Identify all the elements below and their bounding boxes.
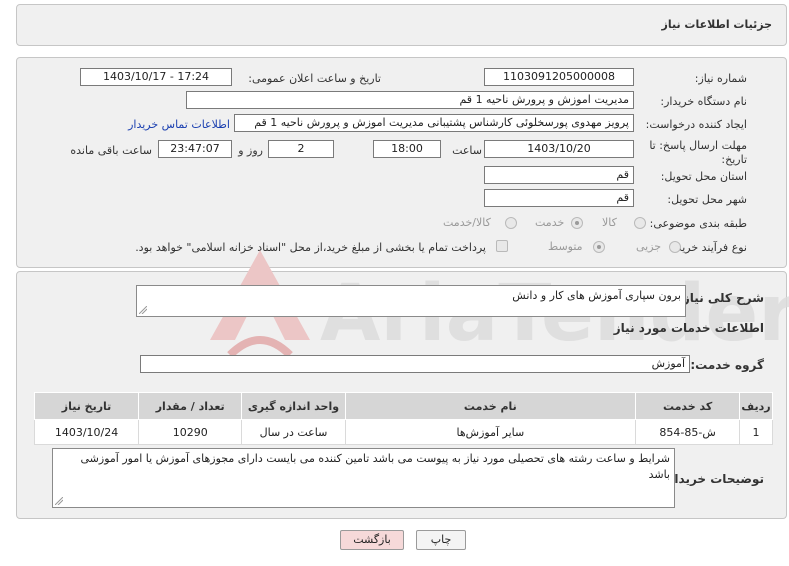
service-group-label: گروه خدمت: (690, 358, 764, 372)
cell-need-date: 1403/10/24 (33, 419, 140, 445)
treasury-payment-checkbox[interactable] (496, 240, 508, 252)
process-radio-minor[interactable] (669, 241, 681, 253)
col-service-name: نام خدمت (344, 392, 637, 420)
resize-grip-icon[interactable] (139, 306, 147, 314)
city-field: قم (484, 189, 634, 207)
category-radio-goods[interactable] (634, 217, 646, 229)
services-section-title: اطلاعات خدمات مورد نیاز (613, 321, 764, 335)
summary-label: شرح کلی نیاز: (678, 291, 764, 305)
back-button[interactable]: بازگشت (340, 530, 404, 550)
buyer-org-field: مدیریت اموزش و پرورش ناحیه 1 قم (186, 91, 634, 109)
services-table: ردیف کد خدمت نام خدمت واحد اندازه گیری ت… (33, 392, 773, 445)
remaining-time-field: 23:47:07 (158, 140, 232, 158)
deadline-time-label: ساعت (452, 144, 482, 157)
process-minor-label: جزیی (636, 240, 662, 253)
remaining-label: ساعت باقی مانده (70, 144, 152, 157)
category-goods-service-label: کالا/خدمت (443, 216, 491, 229)
col-need-date: تاریخ نیاز (33, 392, 140, 420)
need-number-field: 1103091205000008 (484, 68, 634, 86)
process-medium-label: متوسط (548, 240, 583, 253)
table-header-row: ردیف کد خدمت نام خدمت واحد اندازه گیری ت… (33, 392, 773, 420)
summary-field[interactable]: برون سپاری آموزش های کار و دانش (136, 285, 686, 317)
page-header: جزئیات اطلاعات نیاز (16, 4, 787, 46)
print-button[interactable]: چاپ (416, 530, 466, 550)
creator-field: پرویز مهدوی پورسخلوئی کارشناس پشتیبانی م… (234, 114, 634, 132)
col-unit: واحد اندازه گیری (241, 392, 346, 420)
days-field: 2 (268, 140, 334, 158)
buyer-org-label: نام دستگاه خریدار: (660, 95, 747, 108)
announce-field: 1403/10/17 - 17:24 (80, 68, 232, 86)
deadline-date-field: 1403/10/20 (484, 140, 634, 158)
resize-grip-icon[interactable] (55, 497, 63, 505)
cell-service-name: سایر آموزش‌ها (344, 419, 637, 445)
days-label: روز و (238, 144, 263, 157)
cell-unit: ساعت در سال (241, 419, 346, 445)
table-row: 1 ش-85-854 سایر آموزش‌ها ساعت در سال 102… (33, 419, 773, 445)
category-radio-goods-service[interactable] (505, 217, 517, 229)
province-label: استان محل تحویل: (660, 170, 747, 183)
deadline-time-field: 18:00 (373, 140, 441, 158)
buyer-notes-field[interactable]: شرایط و ساعت رشته های تحصیلی مورد نیاز ب… (52, 448, 675, 508)
creator-label: ایجاد کننده درخواست: (645, 118, 747, 131)
process-radio-medium[interactable] (593, 241, 605, 253)
cell-quantity: 10290 (138, 419, 243, 445)
cell-service-code: ش-85-854 (635, 419, 741, 445)
need-number-label: شماره نیاز: (694, 72, 747, 85)
buyer-notes-text: شرایط و ساعت رشته های تحصیلی مورد نیاز ب… (80, 452, 671, 481)
summary-text: برون سپاری آموزش های کار و دانش (512, 289, 681, 302)
province-field: قم (484, 166, 634, 184)
contact-info-link[interactable]: اطلاعات تماس خریدار (128, 118, 230, 131)
category-goods-label: کالا (602, 216, 617, 229)
page-title: جزئیات اطلاعات نیاز (661, 18, 773, 31)
category-label: طبقه بندی موضوعی: (649, 217, 747, 230)
announce-label: تاریخ و ساعت اعلان عمومی: (248, 72, 381, 85)
col-quantity: تعداد / مقدار (138, 392, 243, 420)
cell-row-number: 1 (739, 419, 773, 445)
service-group-field: آموزش (140, 355, 690, 373)
buyer-notes-label: توضیحات خریدار: (662, 472, 764, 486)
category-service-label: خدمت (535, 216, 565, 229)
treasury-payment-note: پرداخت تمام یا بخشی از مبلغ خرید،از محل … (135, 241, 486, 254)
col-service-code: کد خدمت (635, 392, 741, 420)
category-radio-service[interactable] (571, 217, 583, 229)
city-label: شهر محل تحویل: (667, 193, 747, 206)
deadline-label: مهلت ارسال پاسخ: تا تاریخ: (649, 139, 747, 166)
col-row-number: ردیف (739, 392, 773, 420)
